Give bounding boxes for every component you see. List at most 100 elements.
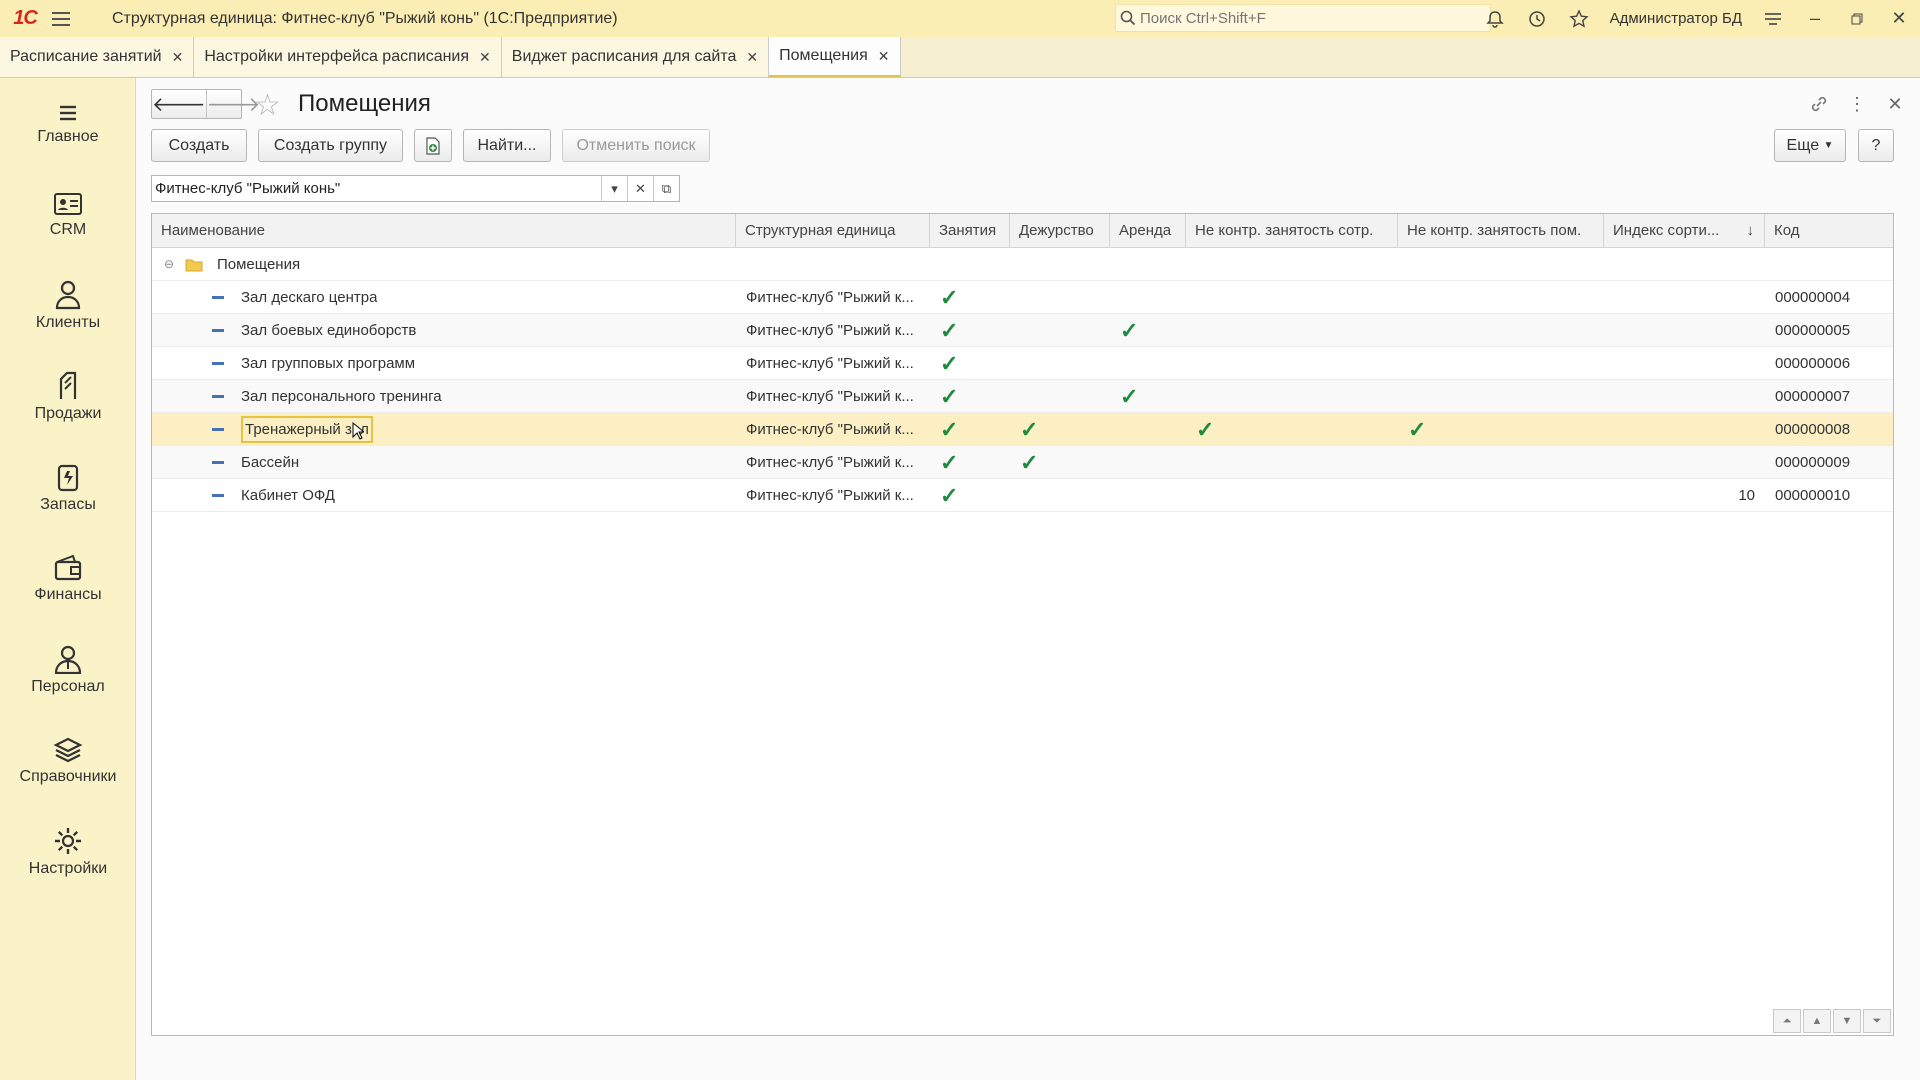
mouse-cursor-icon [352,422,364,442]
column-header-classes[interactable]: Занятия [930,214,1010,248]
close-tab-icon[interactable]: ✕ [746,49,758,66]
section-staff[interactable]: Персонал [0,624,136,715]
structural-unit: Фитнес-клуб "Рыжий к... [746,322,914,339]
room-name[interactable]: Зал персонального тренинга [241,380,442,413]
filter-value[interactable]: Фитнес-клуб "Рыжий конь" [152,180,601,197]
section-finance[interactable]: Финансы [0,533,136,624]
back-arrow-icon[interactable]: 🡐 [152,90,206,118]
scroll-to-bottom-icon[interactable]: ⏷ [1863,1009,1891,1033]
add-to-favorites-star-icon[interactable]: ☆ [254,88,281,123]
search-icon [1116,10,1140,26]
room-code: 000000007 [1775,388,1851,405]
global-search[interactable] [1115,4,1491,32]
window-title: Структурная единица: Фитнес-клуб "Рыжий … [112,9,618,27]
scroll-down-icon[interactable]: ▼ [1833,1009,1861,1033]
help-button[interactable]: ? [1858,129,1894,162]
find-button[interactable]: Найти... [463,129,551,162]
close-tab-icon[interactable]: ✕ [878,48,890,65]
room-name[interactable]: Зал дескаго центра [241,281,377,314]
section-references[interactable]: Справочники [0,715,136,806]
minimize-icon[interactable]: – [1794,0,1836,37]
notifications-bell-icon[interactable] [1474,0,1516,37]
settings-lines-icon[interactable] [1752,0,1794,37]
checkmark-icon: ✓ [940,384,959,409]
dropdown-arrow-icon[interactable]: ▾ [601,176,627,201]
tab-schedule-settings[interactable]: Настройки интерфейса расписания ✕ [194,37,502,77]
close-tab-icon[interactable]: ✕ [172,49,184,66]
tab-schedule-widget[interactable]: Виджет расписания для сайта ✕ [501,37,770,77]
copy-document-button[interactable] [414,129,452,162]
column-header-name[interactable]: Наименование [152,214,736,248]
more-label: Еще [1786,136,1820,154]
section-label: Персонал [31,677,105,695]
structural-unit-filter[interactable]: Фитнес-клуб "Рыжий конь" ▾ ✕ ⧉ [151,175,680,202]
column-header-sort-index[interactable]: Индекс сорти... ↓ [1604,214,1765,248]
link-icon[interactable] [1802,90,1836,118]
rooms-table: Наименование Структурная единица Занятия… [151,213,1894,1036]
section-stock[interactable]: Запасы [0,442,136,533]
open-filter-icon[interactable]: ⧉ [653,176,679,201]
tab-schedule[interactable]: Расписание занятий ✕ [0,37,195,77]
folder-icon [185,248,203,281]
table-row[interactable]: Зал персонального тренинга Фитнес-клуб "Р… [152,380,1893,413]
navigation-buttons: 🡐 🡒 [151,89,260,119]
group-name: Помещения [217,256,301,273]
forward-arrow-icon[interactable]: 🡒 [205,90,260,118]
collapse-group-icon[interactable]: ⊖ [164,248,174,281]
table-row[interactable]: Бассейн Фитнес-клуб "Рыжий к... ✓ ✓ 00000000… [152,446,1893,479]
restore-icon[interactable] [1836,0,1878,37]
section-crm[interactable]: CRM [0,169,136,260]
checkmark-icon: ✓ [940,483,959,508]
tab-rooms[interactable]: Помещения ✕ [769,37,901,77]
sort-index [1604,380,1755,413]
table-row[interactable]: Тренажерный зал Фитнес-клуб "Рыжий к... ✓ ✓… [152,413,1893,446]
table-row[interactable]: Зал групповых программ Фитнес-клуб "Рыжий… [152,347,1893,380]
column-header-duty[interactable]: Дежурство [1010,214,1110,248]
close-window-icon[interactable]: ✕ [1878,0,1920,37]
close-form-icon[interactable]: ✕ [1878,90,1912,118]
section-label: CRM [49,220,87,238]
column-header-unit[interactable]: Структурная единица [736,214,930,248]
clients-icon [55,280,81,309]
section-clients[interactable]: Клиенты [0,260,136,351]
room-name[interactable]: Кабинет ОФД [241,479,335,512]
column-header-nc-room[interactable]: Не контр. занятость пом. [1398,214,1604,248]
more-menu-button[interactable]: Еще ▼ [1774,129,1846,162]
app-logo[interactable]: 1С [0,0,50,37]
create-group-button[interactable]: Создать группу [258,129,403,162]
column-header-code[interactable]: Код [1765,214,1893,248]
document-add-icon [426,136,440,155]
room-name[interactable]: Бассейн [241,446,299,479]
scroll-to-top-icon[interactable]: ⏶ [1773,1009,1801,1033]
checkmark-icon: ✓ [1408,417,1427,442]
group-row[interactable]: ⊖ Помещения [152,248,1893,281]
close-tab-icon[interactable]: ✕ [479,49,491,66]
scroll-up-icon[interactable]: ▲ [1803,1009,1831,1033]
table-row[interactable]: Зал боевых единоборств Фитнес-клуб "Рыжий… [152,314,1893,347]
column-header-rent[interactable]: Аренда [1110,214,1186,248]
checkmark-icon: ✓ [940,351,959,376]
table-row[interactable]: Кабинет ОФД Фитнес-клуб "Рыжий к... ✓ 10 000… [152,479,1893,512]
room-name[interactable]: Зал боевых единоборств [241,314,416,347]
column-header-nc-staff[interactable]: Не контр. занятость сотр. [1186,214,1398,248]
section-settings[interactable]: Настройки [0,806,136,897]
section-main[interactable]: Главное [0,78,136,169]
table-row[interactable]: Зал дескаго центра Фитнес-клуб "Рыжий к..… [152,281,1893,314]
main-menu-icon[interactable] [52,0,80,37]
current-user[interactable]: Администратор БД [1600,10,1752,27]
history-icon[interactable] [1516,0,1558,37]
clear-filter-icon[interactable]: ✕ [627,176,653,201]
cancel-search-button[interactable]: Отменить поиск [562,129,710,162]
room-code: 000000006 [1775,355,1851,372]
section-label: Финансы [34,585,102,603]
create-button[interactable]: Создать [151,129,247,162]
favorites-star-icon[interactable] [1558,0,1600,37]
checkmark-icon: ✓ [1020,450,1039,475]
sections-panel: Главное CRM Клиенты Продажи Запасы Финан… [0,78,136,1080]
section-sales[interactable]: Продажи [0,351,136,442]
structural-unit: Фитнес-клуб "Рыжий к... [746,355,914,372]
room-name[interactable]: Зал групповых программ [241,347,415,380]
tab-label: Помещения [779,47,868,64]
search-input[interactable] [1140,9,1460,27]
more-actions-vertical-dots-icon[interactable]: ⋮ [1840,90,1874,118]
